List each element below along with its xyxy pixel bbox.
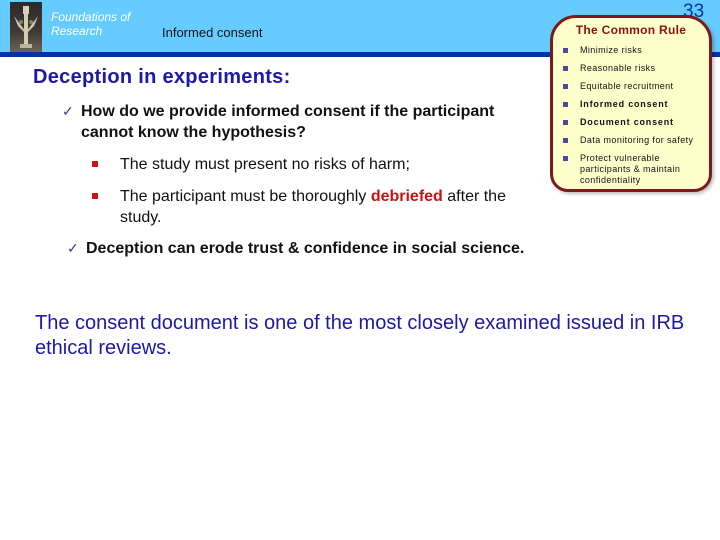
square-bullet-icon [563,66,568,71]
topic-title: Informed consent [162,25,263,40]
common-rule-item: Document consent [561,117,706,128]
sub-bullet-item: The participant must be thoroughly debri… [92,186,540,228]
common-rule-item-label: Reasonable risks [580,63,656,73]
common-rule-box: The Common Rule Minimize risks Reasonabl… [550,15,712,192]
checkmark-icon: ✓ [62,103,74,119]
slide-heading: Deception in experiments: [33,66,291,88]
common-rule-item-label: Data monitoring for safety [580,135,694,145]
summary-statement: The consent document is one of the most … [35,312,685,359]
common-rule-item: Minimize risks [561,45,706,56]
sub-bullet-item: The study must present no risks of harm; [92,154,540,175]
square-bullet-icon [563,48,568,53]
common-rule-title: The Common Rule [575,23,687,37]
check-bullet-text: How do we provide informed consent if th… [81,103,495,141]
common-rule-item: Data monitoring for safety [561,135,706,146]
square-bullet-icon [92,161,98,167]
checkmark-icon: ✓ [67,240,79,256]
square-bullet-icon [563,120,568,125]
square-bullet-icon [563,84,568,89]
common-rule-list: Minimize risks Reasonable risks Equitabl… [561,45,706,193]
course-title-line1: Foundations of [51,10,131,24]
common-rule-item-label: Minimize risks [580,45,643,55]
common-rule-item: Equitable recruitment [561,81,706,92]
highlighted-term: debriefed [370,188,443,205]
common-rule-item: Reasonable risks [561,63,706,74]
common-rule-item: Protect vulnerable participants & mainta… [561,153,706,186]
common-rule-item-label: Equitable recruitment [580,81,674,91]
square-bullet-icon [92,193,98,199]
course-title-line2: Research [51,24,103,38]
square-bullet-icon [563,156,568,161]
common-rule-item-label: Informed consent [580,99,669,109]
common-rule-item: Informed consent [561,99,706,110]
common-rule-item-label: Protect vulnerable participants & mainta… [580,153,681,185]
sub-bullet-text: The study must present no risks of harm; [120,156,410,173]
check-bullet-item: ✓ Deception can erode trust & confidence… [67,238,526,259]
sub-bullet-text-before: The participant must be thoroughly [120,188,371,205]
check-bullet-text: Deception can erode trust & confidence i… [86,240,525,257]
square-bullet-icon [563,102,568,107]
square-bullet-icon [563,138,568,143]
common-rule-item-label: Document consent [580,117,674,127]
check-bullet-item: ✓ How do we provide informed consent if … [62,101,546,143]
course-title: Foundations of Research [51,10,130,38]
statue-figurine-icon [10,2,42,52]
